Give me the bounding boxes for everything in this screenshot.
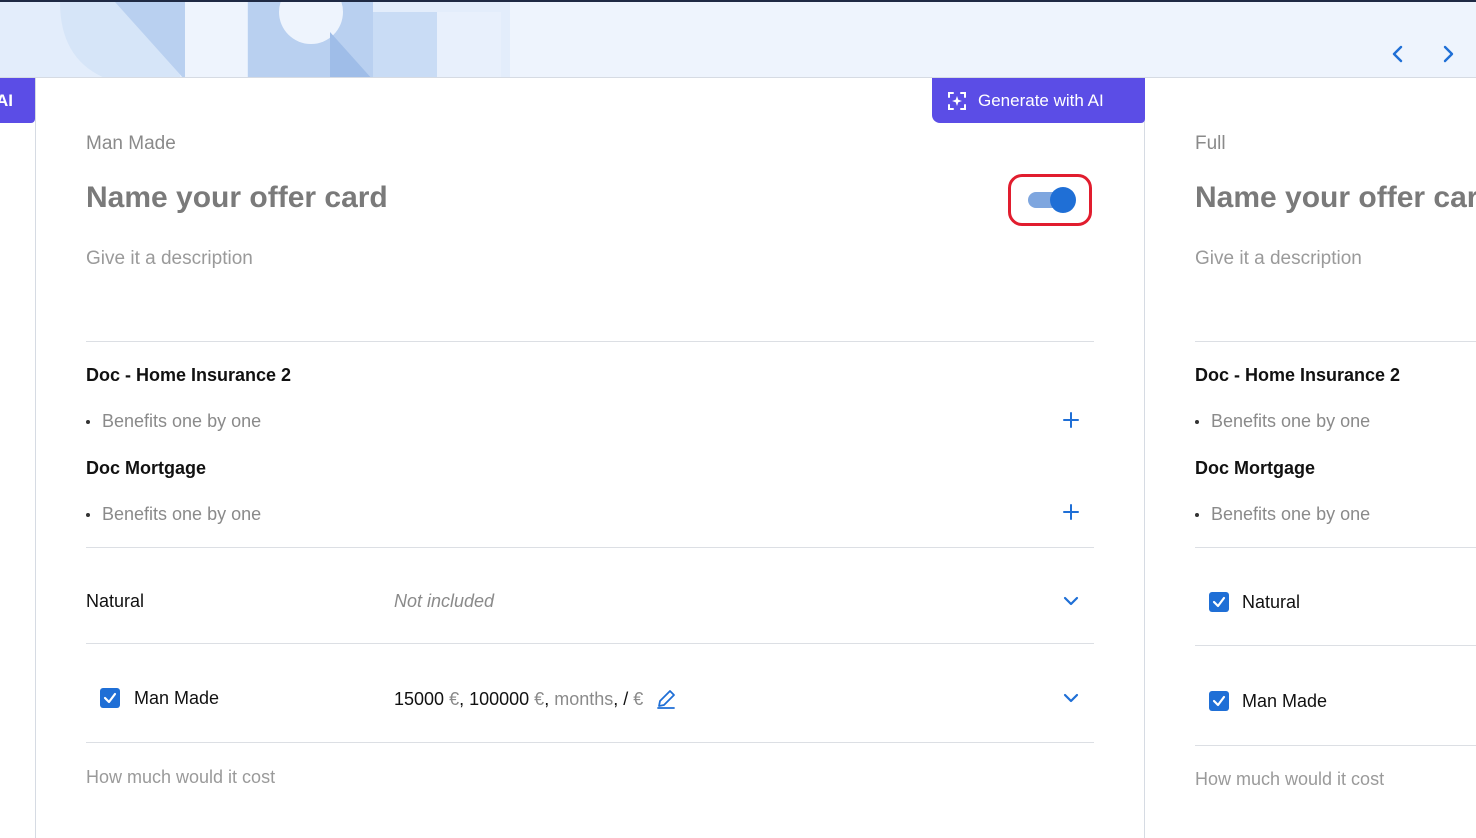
offer-card-name-input[interactable]: Name your offer card bbox=[86, 181, 388, 215]
decorative-pattern bbox=[0, 2, 510, 77]
sparkle-icon bbox=[948, 91, 966, 110]
separator: , bbox=[544, 688, 550, 709]
chevron-down-icon bbox=[1063, 596, 1079, 606]
add-benefit-button[interactable] bbox=[1060, 502, 1082, 524]
currency-1: € bbox=[449, 688, 460, 709]
benefit-input[interactable]: Benefits one by one bbox=[1195, 504, 1370, 525]
coverage-value-man-made: 15000 € , 100000 € , months , / € bbox=[394, 688, 677, 710]
currency-2: € bbox=[534, 688, 545, 709]
offer-card-full: Full Name your offer card Give it a desc… bbox=[1145, 78, 1476, 838]
man-made-checkbox[interactable] bbox=[1209, 691, 1229, 711]
next-button[interactable] bbox=[1434, 38, 1462, 70]
plus-icon bbox=[1063, 412, 1079, 428]
bullet-icon bbox=[1195, 419, 1199, 424]
coverage-label-man-made: Man Made bbox=[134, 688, 220, 708]
bullet-icon bbox=[1195, 512, 1199, 517]
offer-card-name-input[interactable]: Name your offer card bbox=[1195, 181, 1476, 215]
coverage-label-man-made: Man Made bbox=[1242, 691, 1328, 711]
period: months bbox=[554, 688, 614, 709]
man-made-checkbox[interactable] bbox=[100, 688, 120, 708]
chevron-down-icon bbox=[1063, 693, 1079, 703]
chevron-left-icon bbox=[1392, 45, 1403, 63]
divider bbox=[1195, 341, 1476, 342]
edit-coverage-button[interactable] bbox=[655, 688, 677, 710]
generate-with-ai-label: Generate with AI bbox=[978, 90, 1104, 110]
bullet-icon bbox=[86, 419, 90, 424]
check-icon bbox=[1212, 695, 1226, 707]
natural-checkbox[interactable] bbox=[1209, 592, 1229, 612]
header-banner bbox=[0, 0, 1476, 78]
prev-button[interactable] bbox=[1384, 38, 1412, 70]
card-category: Full bbox=[1195, 133, 1226, 154]
section-title: Doc Mortgage bbox=[86, 458, 207, 478]
section-title: Doc - Home Insurance 2 bbox=[86, 365, 292, 385]
benefit-input[interactable]: Benefits one by one bbox=[86, 411, 261, 432]
check-icon bbox=[1212, 596, 1226, 608]
benefit-placeholder: Benefits one by one bbox=[102, 411, 262, 431]
amount-2: 100000 bbox=[469, 688, 530, 709]
currency-3: € bbox=[633, 688, 644, 709]
generate-with-ai-button[interactable]: Generate with AI bbox=[932, 78, 1145, 123]
cost-input[interactable]: How much would it cost bbox=[1195, 769, 1384, 790]
benefit-input[interactable]: Benefits one by one bbox=[86, 504, 261, 525]
divider bbox=[86, 547, 1094, 548]
prev-card-generate-label: AI bbox=[0, 91, 13, 110]
card-category: Man Made bbox=[86, 133, 176, 154]
chevron-right-icon bbox=[1443, 45, 1454, 63]
benefit-placeholder: Benefits one by one bbox=[102, 504, 262, 524]
prev-card-generate-button[interactable]: AI bbox=[0, 78, 35, 123]
divider bbox=[1195, 645, 1476, 646]
section-title: Doc Mortgage bbox=[1195, 458, 1316, 478]
bullet-icon bbox=[86, 512, 90, 517]
offer-card-description-input[interactable]: Give it a description bbox=[86, 248, 253, 270]
coverage-label-natural: Natural bbox=[86, 591, 145, 611]
check-icon bbox=[103, 692, 117, 704]
separator: , bbox=[459, 688, 465, 709]
separator: , bbox=[613, 688, 619, 709]
add-benefit-button[interactable] bbox=[1060, 410, 1082, 432]
divider bbox=[1195, 547, 1476, 548]
slash: / bbox=[623, 688, 629, 709]
expand-natural-button[interactable] bbox=[1060, 590, 1082, 612]
section-title: Doc - Home Insurance 2 bbox=[1195, 365, 1401, 385]
offer-card-man-made: Generate with AI Man Made Name your offe… bbox=[35, 78, 1145, 838]
pencil-icon bbox=[657, 690, 676, 709]
offer-card-description-input[interactable]: Give it a description bbox=[1195, 248, 1362, 270]
toggle-knob bbox=[1050, 187, 1076, 213]
amount-1: 15000 bbox=[394, 688, 445, 709]
toggle-track bbox=[1028, 187, 1076, 213]
divider bbox=[86, 341, 1094, 342]
divider bbox=[86, 742, 1094, 743]
benefit-placeholder: Benefits one by one bbox=[1211, 411, 1371, 431]
benefit-input[interactable]: Benefits one by one bbox=[1195, 411, 1370, 432]
coverage-value-natural: Not included bbox=[394, 591, 495, 611]
coverage-label-natural: Natural bbox=[1242, 592, 1301, 612]
card-enabled-toggle[interactable] bbox=[1008, 174, 1092, 226]
expand-man-made-button[interactable] bbox=[1060, 687, 1082, 709]
cost-input[interactable]: How much would it cost bbox=[86, 767, 275, 788]
benefit-placeholder: Benefits one by one bbox=[1211, 504, 1371, 524]
plus-icon bbox=[1063, 504, 1079, 520]
divider bbox=[1195, 745, 1476, 746]
divider bbox=[86, 643, 1094, 644]
